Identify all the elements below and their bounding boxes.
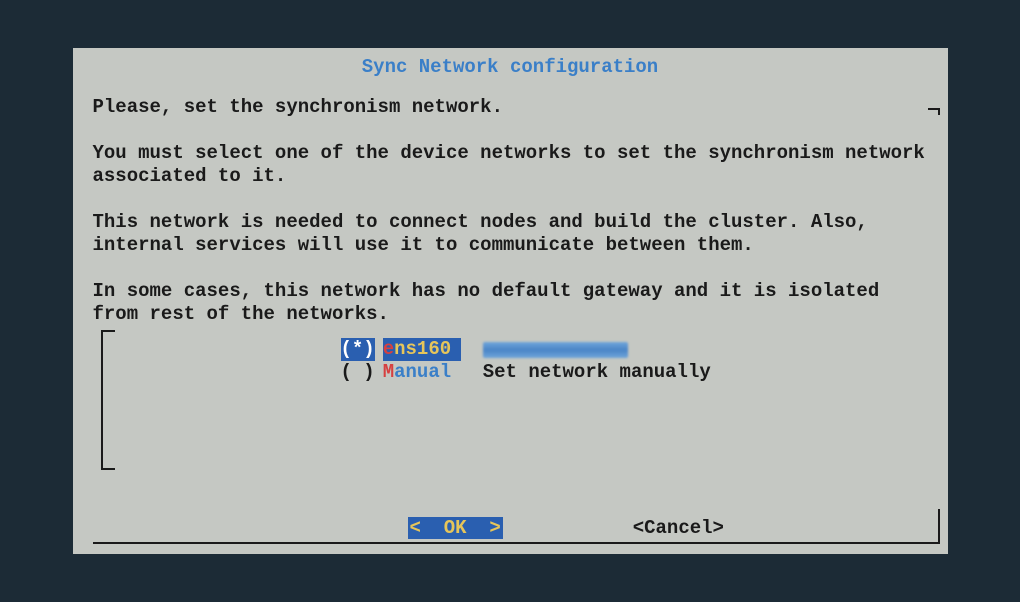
border-decoration (938, 108, 940, 115)
network-address-redacted (483, 342, 628, 358)
radio-options-box: (*) ens160 ( ) Manual Set network manual… (101, 330, 930, 470)
paragraph: This network is needed to connect nodes … (93, 211, 928, 257)
dialog-body: Please, set the synchronism network. You… (73, 84, 948, 326)
paragraph: Please, set the synchronism network. (93, 96, 928, 119)
cancel-button[interactable]: <Cancel> (633, 517, 724, 539)
radio-indicator: ( ) (341, 361, 375, 384)
radio-label: Manual (383, 361, 461, 384)
paragraph: In some cases, this network has no defau… (93, 280, 928, 326)
border-decoration (93, 542, 940, 544)
radio-indicator: (*) (341, 338, 375, 361)
option-description: Set network manually (483, 361, 711, 384)
paragraph: You must select one of the device networ… (93, 142, 928, 188)
button-bar: < OK > <Cancel> (73, 517, 948, 539)
radio-option-ens160[interactable]: (*) ens160 (341, 338, 930, 361)
ok-button[interactable]: < OK > (408, 517, 503, 539)
dialog-title: Sync Network configuration (73, 48, 948, 84)
dialog-window: Sync Network configuration Please, set t… (73, 48, 948, 554)
radio-label: ens160 (383, 338, 461, 361)
radio-option-manual[interactable]: ( ) Manual Set network manually (341, 361, 930, 384)
